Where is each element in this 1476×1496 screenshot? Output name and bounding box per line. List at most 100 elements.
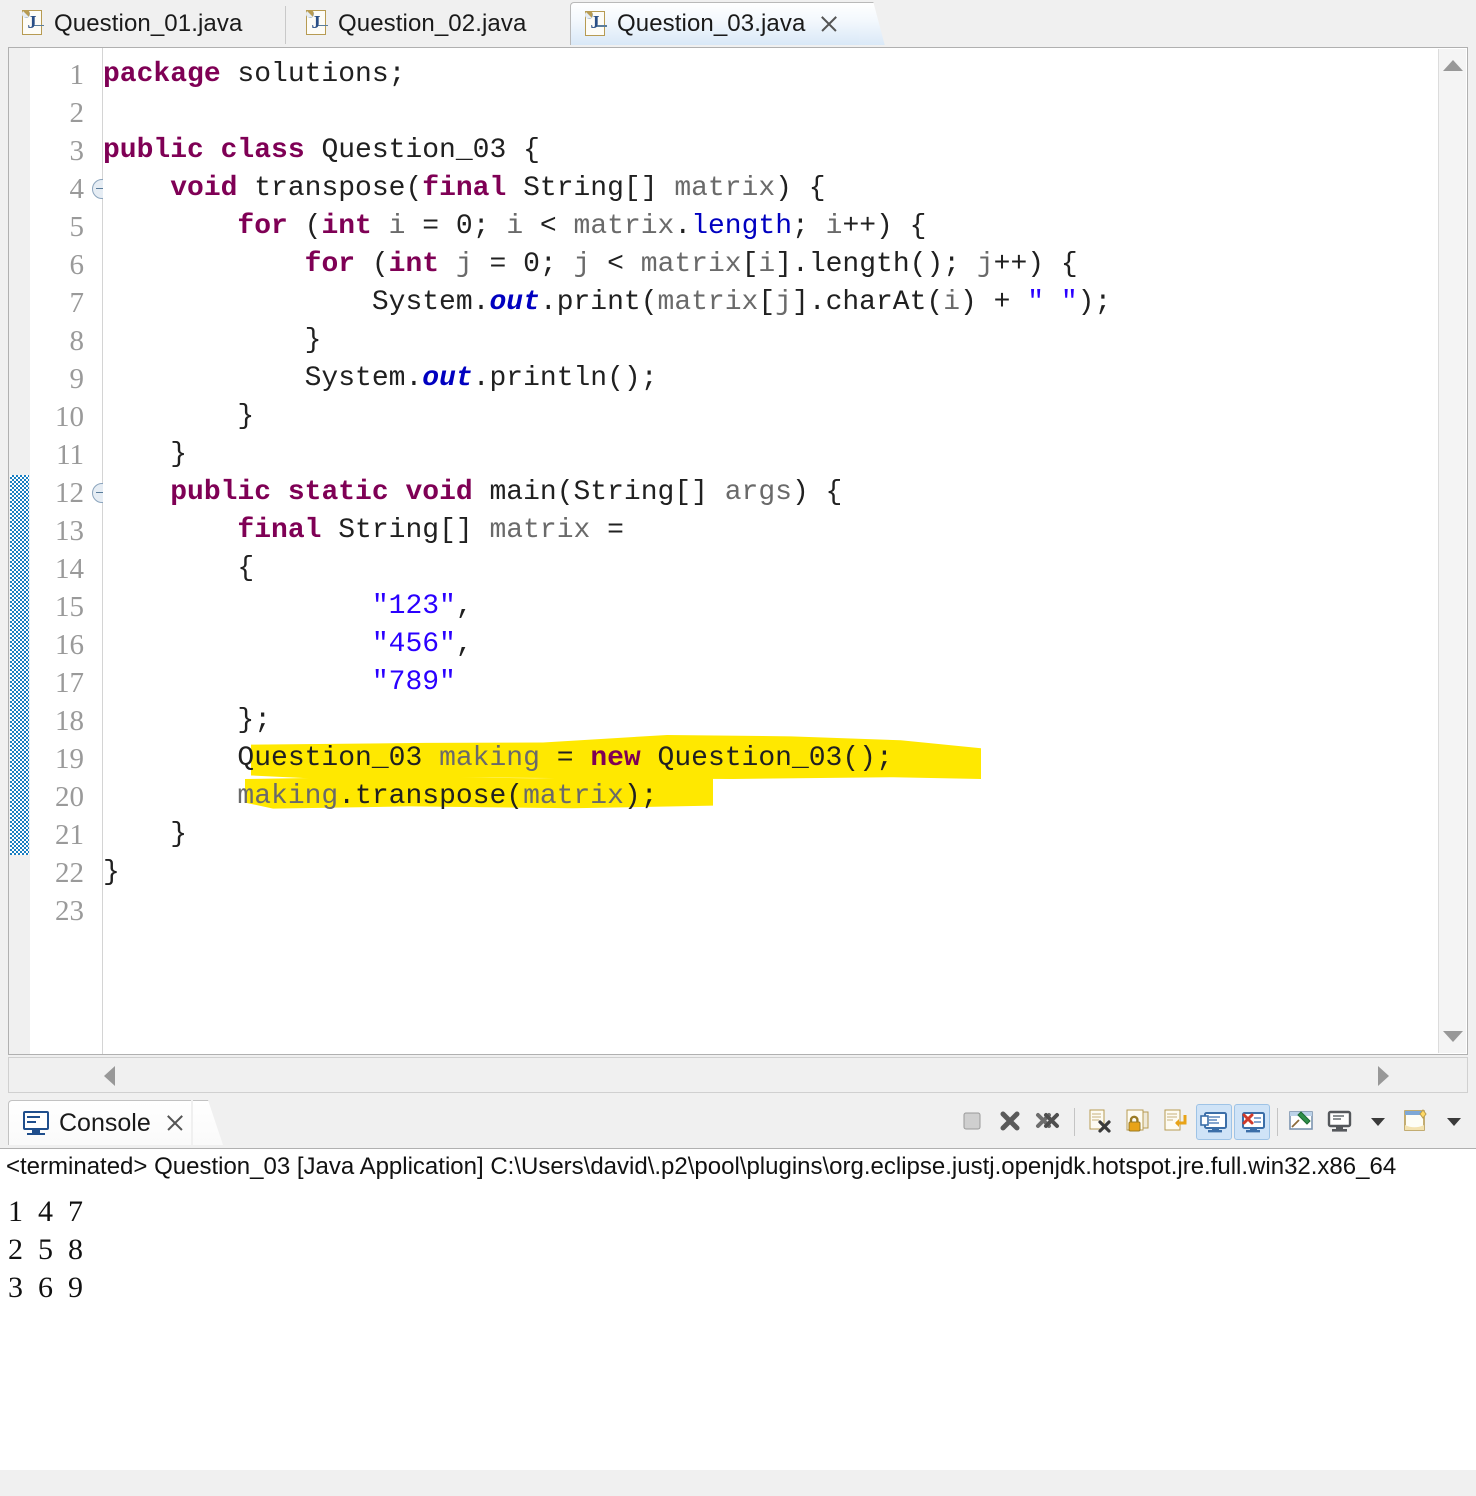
display-selected-console-button[interactable] [1323, 1104, 1359, 1140]
line-number-gutter: 1 2 3 4 5 6 7 8 9 10 11 12 13 14 15 16 17 18 19 20 21 22 23 [30, 48, 92, 1054]
word-wrap-button[interactable] [1158, 1104, 1194, 1140]
x-icon [995, 1106, 1025, 1141]
tab-divider [285, 6, 286, 44]
close-icon[interactable] [817, 12, 841, 36]
line-number: 3 [69, 135, 85, 167]
console-output-line: 2 5 8 [8, 1233, 83, 1266]
code-line[interactable]: final String[] matrix = [103, 512, 624, 550]
editor-change-bar [9, 48, 31, 1054]
eclipse-ide-window: J Question_01.java J Question_02.java J … [0, 0, 1476, 1496]
clear-console-button[interactable] [1082, 1104, 1118, 1140]
change-marker [10, 475, 29, 855]
code-folding-gutter[interactable] [92, 48, 112, 1054]
console-launch-info-text: <terminated> Question_03 [Java Applicati… [6, 1153, 1397, 1180]
console-tab-label: Console [59, 1108, 151, 1137]
editor-tab-label: Question_03.java [617, 10, 806, 37]
line-number: 6 [69, 249, 85, 281]
scroll-left-arrow-icon[interactable] [104, 1066, 115, 1086]
editor-tab-question-01[interactable]: J Question_01.java [8, 2, 278, 45]
code-line[interactable]: public static void main(String[] args) { [103, 474, 842, 512]
code-line[interactable]: Question_03 making = new Question_03(); [103, 740, 892, 778]
java-file-icon: J [585, 10, 607, 38]
editor-tab-question-02[interactable]: J Question_02.java [292, 2, 562, 45]
line-number: 20 [55, 781, 84, 813]
code-line[interactable]: }; [103, 702, 271, 740]
code-line[interactable]: { [103, 550, 254, 588]
toolbar-divider [1277, 1108, 1278, 1136]
code-line[interactable]: for (int j = 0; j < matrix[i].length(); … [103, 246, 1078, 284]
word-wrap-icon [1160, 1106, 1190, 1141]
console-output-line: 3 6 9 [8, 1271, 83, 1304]
code-line[interactable]: package solutions; [103, 56, 405, 94]
open-console-dropdown[interactable] [1437, 1104, 1473, 1140]
console-output[interactable]: 1 4 7 2 5 8 3 6 9 [0, 1189, 1476, 1496]
console-view: Console <terminated> Question_03 [Java A… [0, 1096, 1476, 1496]
line-number: 9 [69, 363, 85, 395]
code-line[interactable]: void transpose(final String[] matrix) { [103, 170, 825, 208]
console-output-icon [1199, 1107, 1229, 1142]
line-number: 21 [55, 819, 84, 851]
code-line[interactable]: "456", [103, 626, 473, 664]
line-number: 12 [55, 477, 84, 509]
scroll-lock-button[interactable] [1120, 1104, 1156, 1140]
stop-square-icon [957, 1106, 987, 1141]
editor-tab-question-03[interactable]: J Question_03.java [570, 2, 860, 45]
code-line[interactable]: public class Question_03 { [103, 132, 540, 170]
scroll-down-arrow-icon[interactable] [1443, 1031, 1463, 1042]
pin-console-button[interactable] [1285, 1104, 1321, 1140]
code-line[interactable]: } [103, 436, 187, 474]
code-line[interactable]: System.out.print(matrix[j].charAt(i) + "… [103, 284, 1111, 322]
editor-horizontal-scrollbar[interactable] [8, 1057, 1468, 1093]
show-console-on-error-button[interactable] [1234, 1104, 1270, 1140]
editor-tab-label: Question_02.java [338, 9, 527, 37]
console-output-line: 1 4 7 [8, 1195, 83, 1228]
source-editor[interactable]: 1 2 3 4 5 6 7 8 9 10 11 12 13 14 15 16 17 18 19 20 21 22 23 pa… [8, 47, 1468, 1055]
console-monitor-icon [23, 1111, 49, 1136]
toolbar-divider [1074, 1108, 1075, 1136]
code-line[interactable]: making.transpose(matrix); [103, 778, 657, 816]
console-tab-slant [193, 1100, 223, 1145]
line-number: 8 [69, 325, 85, 357]
line-number: 16 [55, 629, 84, 661]
line-number: 4 [69, 173, 85, 205]
console-launch-info: <terminated> Question_03 [Java Applicati… [0, 1148, 1476, 1190]
line-number: 5 [69, 211, 85, 243]
remove-all-terminated-button[interactable] [1031, 1104, 1067, 1140]
line-number: 18 [55, 705, 84, 737]
code-text-area[interactable]: package solutions; public class Question_… [103, 48, 1467, 1054]
new-console-icon [1401, 1106, 1431, 1141]
editor-tab-bar: J Question_01.java J Question_02.java J … [0, 0, 1476, 46]
console-tab-bar: Console [0, 1096, 1476, 1148]
remove-launch-button[interactable] [993, 1104, 1029, 1140]
line-number: 2 [69, 97, 85, 129]
console-tab[interactable]: Console [8, 1100, 191, 1145]
line-number: 23 [55, 895, 84, 927]
line-number: 15 [55, 591, 84, 623]
editor-vertical-scrollbar[interactable] [1438, 49, 1466, 1053]
code-line[interactable]: } [103, 854, 120, 892]
line-number: 17 [55, 667, 84, 699]
chevron-down-icon [1439, 1106, 1469, 1141]
code-line[interactable]: "123", [103, 588, 473, 626]
code-line[interactable]: for (int i = 0; i < matrix.length; i++) … [103, 208, 926, 246]
monitor-icon [1325, 1106, 1355, 1141]
code-line[interactable]: "789" [103, 664, 456, 702]
scroll-up-arrow-icon[interactable] [1443, 60, 1463, 71]
terminate-button[interactable] [955, 1104, 991, 1140]
open-console-button[interactable] [1399, 1104, 1435, 1140]
code-line[interactable]: } [103, 322, 322, 360]
java-file-icon: J [306, 10, 328, 37]
java-file-icon: J [22, 10, 44, 37]
display-selected-console-dropdown[interactable] [1361, 1104, 1397, 1140]
close-icon[interactable] [163, 1111, 187, 1135]
code-line[interactable]: } [103, 398, 254, 436]
console-error-icon [1237, 1107, 1267, 1142]
show-console-on-output-button[interactable] [1196, 1104, 1232, 1140]
code-line[interactable]: } [103, 816, 187, 854]
status-bar [0, 1470, 1476, 1496]
code-line[interactable]: System.out.println(); [103, 360, 658, 398]
double-x-icon [1033, 1106, 1063, 1141]
scroll-right-arrow-icon[interactable] [1378, 1066, 1389, 1086]
pin-icon [1287, 1106, 1317, 1141]
active-tab-slant [859, 2, 885, 46]
